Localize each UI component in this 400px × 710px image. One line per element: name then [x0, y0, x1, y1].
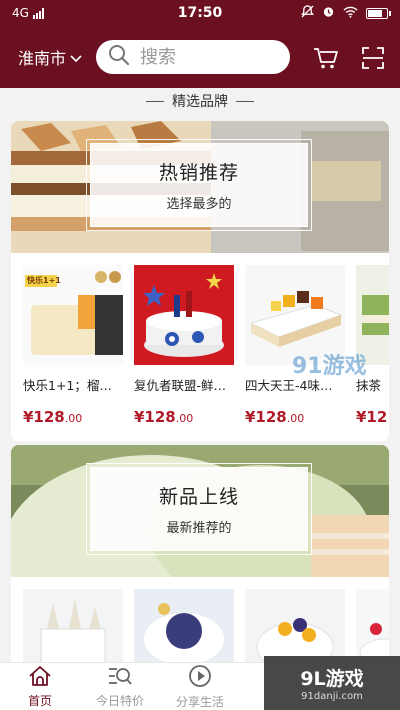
banner-subtitle: 选择最多的	[166, 197, 232, 212]
banner-caption: 新品上线 最新推荐的	[86, 463, 312, 555]
banner-caption: 热销推荐 选择最多的	[86, 139, 312, 231]
product-card[interactable]	[356, 589, 389, 662]
section-title: 精选品牌	[172, 94, 228, 110]
product-image: 快乐1+1	[23, 265, 123, 365]
scan-icon	[362, 47, 384, 69]
product-row	[11, 577, 389, 662]
product-card[interactable]	[245, 589, 345, 662]
product-image	[134, 265, 234, 365]
banner-title: 热销推荐	[158, 162, 239, 184]
wifi-icon	[343, 6, 358, 21]
product-card[interactable]: 抹茶 ¥12	[356, 265, 389, 426]
product-name: 快乐1+1；榴…	[23, 378, 112, 393]
tab-share-life-label: 分享生活	[175, 694, 224, 709]
top-header: 淮南市	[0, 26, 400, 88]
banner-title: 新品上线	[158, 486, 239, 508]
tab-home[interactable]: 首页	[0, 663, 80, 710]
product-card[interactable]	[23, 589, 123, 662]
product-price: ¥12	[356, 408, 388, 426]
brand-card-new[interactable]: 新品上线 最新推荐的	[11, 445, 389, 662]
product-card[interactable]: 复仇者联盟-鲜… ¥128.00	[134, 265, 234, 426]
product-price: ¥128.00	[134, 408, 194, 426]
product-card[interactable]	[134, 589, 234, 662]
product-card[interactable]: 四大天王-4味… ¥128.00	[245, 265, 345, 426]
discount-search-icon	[107, 665, 133, 690]
section-heading: 精选品牌	[0, 88, 400, 114]
city-selector[interactable]: 淮南市	[18, 45, 96, 69]
brand-card-hot[interactable]: 热销推荐 选择最多的 快乐1+1 快乐1+1；榴… ¥128.00 复仇者联盟-…	[11, 121, 389, 441]
banner-new[interactable]: 新品上线 最新推荐的	[11, 445, 389, 577]
watermark-title: 9L游戏	[300, 668, 364, 690]
clock: 17:50	[177, 5, 223, 21]
tab-daily-deals-label: 今日特价	[95, 693, 144, 708]
watermark: 9L游戏 91danji.com	[264, 656, 400, 710]
product-badge: 快乐1+1	[27, 276, 61, 285]
home-icon	[28, 665, 52, 690]
status-bar: 4G 17:50	[0, 0, 400, 26]
tab-home-label: 首页	[27, 693, 52, 708]
cart-button[interactable]	[311, 43, 341, 73]
search-bar[interactable]	[96, 40, 290, 74]
product-image	[134, 589, 234, 662]
tab-share-life[interactable]: 分享生活	[160, 663, 240, 710]
content-scroll[interactable]: 精选品牌 热销推荐 选择最多的 快乐1+1 快乐1+1；榴… ¥128.00 复…	[0, 88, 400, 662]
city-label: 淮南市	[18, 49, 67, 68]
product-name: 复仇者联盟-鲜…	[134, 378, 227, 393]
play-circle-icon	[188, 664, 212, 691]
search-input[interactable]	[140, 46, 270, 68]
product-card[interactable]: 快乐1+1 快乐1+1；榴… ¥128.00	[23, 265, 123, 426]
tab-daily-deals[interactable]: 今日特价	[80, 663, 160, 710]
product-image	[23, 589, 123, 662]
mute-icon	[301, 5, 314, 21]
banner-hot[interactable]: 热销推荐 选择最多的	[11, 121, 389, 253]
chevron-down-icon	[70, 48, 82, 67]
battery-icon	[366, 7, 391, 19]
search-icon	[108, 44, 130, 70]
alarm-icon	[322, 5, 335, 21]
network-label: 4G	[12, 6, 29, 20]
product-row: 快乐1+1 快乐1+1；榴… ¥128.00 复仇者联盟-鲜… ¥128.00 …	[11, 253, 389, 426]
watermark-corner: 91游戏	[292, 354, 367, 379]
product-image	[245, 589, 345, 662]
signal-icon	[32, 7, 44, 19]
product-price: ¥128.00	[245, 408, 305, 426]
product-image	[356, 589, 389, 662]
product-price: ¥128.00	[23, 408, 83, 426]
banner-subtitle: 最新推荐的	[166, 521, 232, 536]
scan-button[interactable]	[358, 43, 388, 73]
cart-icon	[314, 48, 338, 69]
watermark-domain: 91danji.com	[301, 691, 363, 702]
